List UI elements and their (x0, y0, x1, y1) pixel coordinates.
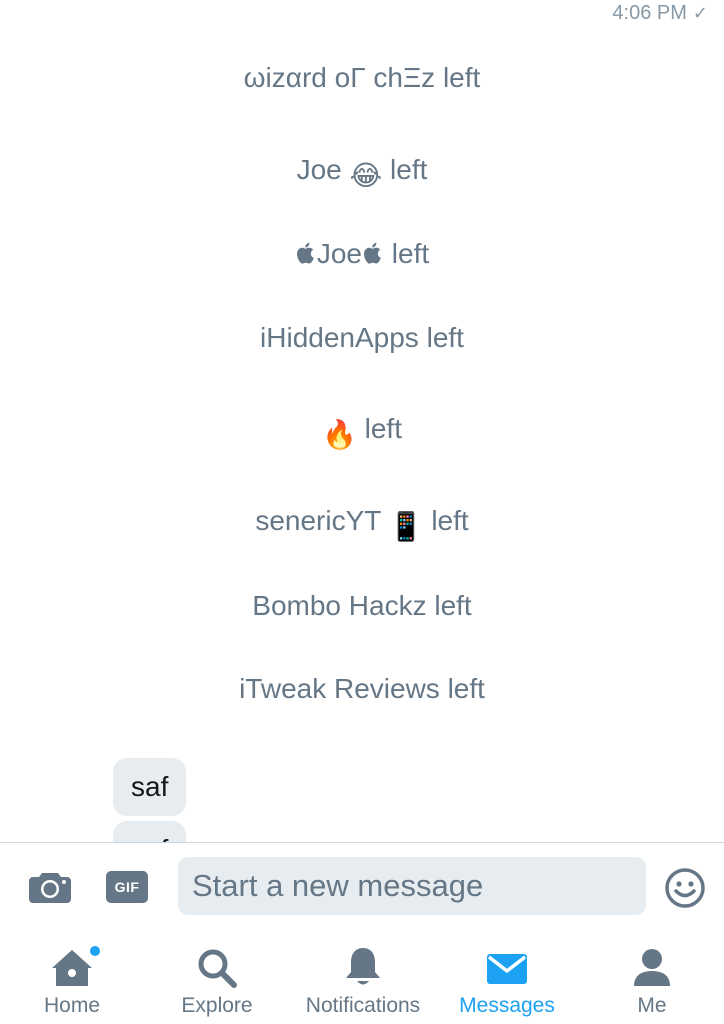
dm-conversation-screen: 4:06 PM ✓ ωizαrd oΓ chΞz left Joe 😂 left… (0, 0, 724, 1024)
search-icon (193, 944, 241, 992)
tab-home-label: Home (43, 994, 101, 1017)
event-user-name: iHiddenApps (260, 322, 419, 353)
event-action: left (426, 322, 464, 353)
event-action: left (364, 413, 402, 444)
message-timestamp: 4:06 PM ✓ (612, 2, 708, 25)
event-action: left (434, 590, 472, 621)
event-action: left (391, 238, 430, 269)
event-action: left (447, 673, 485, 704)
bottom-tab-bar: Home Explore Notifications Messages Me (0, 940, 724, 1024)
event-user-name: iTweak Reviews (239, 673, 440, 704)
bell-icon (339, 944, 387, 992)
event-member-left: senericYT 📱 left (0, 505, 724, 543)
fire-emoji-icon: 🔥 (321, 419, 357, 450)
event-member-left: iHiddenApps left (0, 322, 724, 354)
home-icon (48, 944, 100, 992)
tab-me[interactable]: Me (626, 940, 678, 1024)
apple-icon (295, 241, 317, 265)
event-action: left (390, 154, 428, 185)
event-user-name: ωizαrd oΓ chΞz (243, 62, 436, 93)
tab-messages[interactable]: Messages (454, 940, 560, 1024)
tab-explore-label: Explore (181, 994, 253, 1017)
camera-icon[interactable] (28, 869, 72, 905)
message-input[interactable] (178, 857, 646, 915)
gif-button[interactable]: GIF (106, 871, 148, 903)
event-user-name: Joe (296, 154, 342, 185)
event-action: left (442, 62, 481, 93)
tab-home[interactable]: Home (36, 940, 108, 1024)
event-user-name: Joe (316, 238, 362, 269)
checkmark-icon: ✓ (692, 3, 708, 23)
tab-messages-label: Messages (459, 994, 555, 1017)
tears-of-joy-emoji-icon: 😂 (349, 160, 383, 191)
event-member-left: Joe 😂 left (0, 154, 724, 192)
tab-explore[interactable]: Explore (172, 940, 262, 1024)
person-icon (628, 944, 676, 992)
phone-emoji-icon: 📱 (388, 511, 424, 542)
tab-me-label: Me (637, 994, 667, 1017)
tab-notifications[interactable]: Notifications (296, 940, 430, 1024)
envelope-icon (483, 944, 531, 992)
event-action: left (431, 505, 469, 536)
event-member-left: iTweak Reviews left (0, 673, 724, 705)
message-composer: GIF (0, 842, 724, 941)
event-user-name: Bombo Hackz (252, 590, 427, 621)
event-member-left: ωizαrd oΓ chΞz left (0, 62, 724, 94)
notification-dot (90, 946, 100, 956)
emoji-icon[interactable] (664, 867, 706, 909)
tab-notifications-label: Notifications (305, 994, 421, 1017)
apple-icon (362, 241, 384, 265)
message-bubble[interactable]: saf (113, 758, 187, 816)
event-user-name: senericYT (255, 505, 381, 536)
event-member-left: Joe left (0, 238, 724, 270)
event-member-left: Bombo Hackz left (0, 590, 724, 622)
event-member-left: 🔥 left (0, 413, 724, 451)
timestamp-text: 4:06 PM (612, 2, 687, 24)
